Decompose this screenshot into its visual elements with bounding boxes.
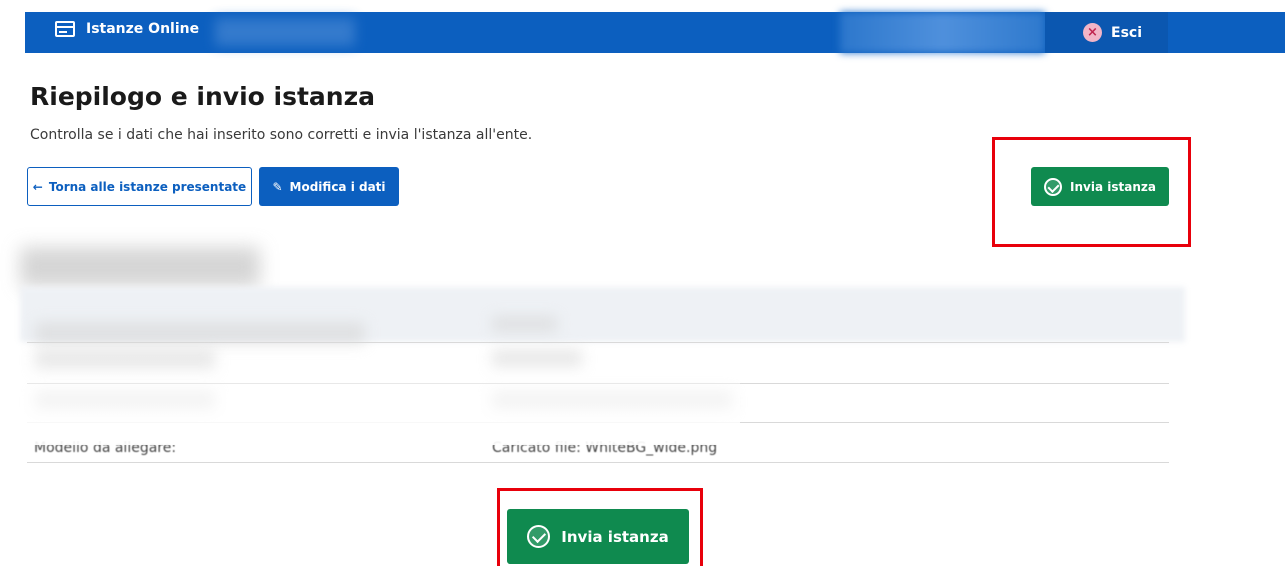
back-to-submissions-button[interactable]: ← Torna alle istanze presentate <box>27 167 252 206</box>
redacted-section-heading <box>20 247 260 287</box>
redaction-overlay <box>20 430 750 441</box>
back-button-label: Torna alle istanze presentate <box>48 179 247 194</box>
edit-data-button[interactable]: ✎ Modifica i dati <box>259 167 399 206</box>
redacted-cell <box>492 316 557 332</box>
highlight-box-bottom <box>497 488 703 566</box>
highlight-box-top <box>992 137 1191 247</box>
form-icon <box>55 21 75 37</box>
redacted-area <box>215 18 355 46</box>
exit-label: Esci <box>1111 24 1142 41</box>
header-bar: Istanze Online × Esci <box>25 12 1285 53</box>
pencil-icon: ✎ <box>272 179 283 194</box>
row-divider <box>27 342 1169 343</box>
row-divider <box>27 462 1169 463</box>
brand[interactable]: Istanze Online <box>55 21 199 37</box>
exit-button[interactable]: × Esci <box>1045 12 1168 53</box>
top-bar: Istanze Online × Esci <box>0 0 1285 53</box>
redacted-user-area <box>840 12 1045 53</box>
edit-button-label: Modifica i dati <box>289 179 386 194</box>
page-subtitle: Controlla se i dati che hai inserito son… <box>30 127 533 143</box>
arrow-left-icon: ← <box>32 179 43 194</box>
page-title: Riepilogo e invio istanza <box>30 82 376 111</box>
redacted-cell <box>35 322 365 344</box>
brand-label: Istanze Online <box>86 21 200 37</box>
close-circle-icon: × <box>1083 23 1102 42</box>
